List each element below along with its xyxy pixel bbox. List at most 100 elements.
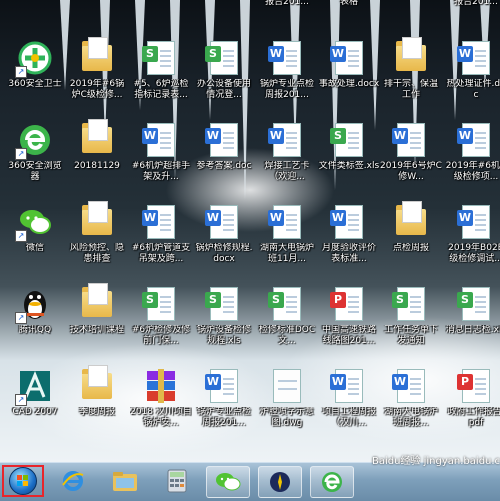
desktop-icon-image: W bbox=[205, 204, 242, 240]
spreadsheet-document-icon: S bbox=[330, 123, 363, 157]
desktop-icon-label: 工作任务单下发通知 bbox=[383, 325, 438, 346]
desktop-icon-image: W bbox=[268, 204, 305, 240]
desktop-icon[interactable]: S 锅炉设备检修规程.xls bbox=[193, 284, 255, 356]
desktop-icon-label: 项目工程周报（汉川... bbox=[321, 407, 376, 428]
desktop-icon-label: 政府工作报告.pdf bbox=[447, 407, 500, 428]
desktop-icon[interactable]: 技术培训课程 bbox=[66, 283, 128, 356]
desktop-icon[interactable]: S 文件类标签.xls bbox=[318, 120, 380, 192]
desktop-icon-image: W bbox=[457, 40, 494, 76]
desktop-icon-partial[interactable]: 锅炉专业检查报告201... bbox=[256, 0, 318, 20]
desktop-icon[interactable]: W 2019年#6机C级检修项... bbox=[445, 120, 500, 192]
folder-icon bbox=[82, 201, 112, 235]
desktop-icon-partial[interactable]: #6炉检查记录 bbox=[130, 0, 192, 20]
desktop-icon-label: 锅炉专业点检周报201... bbox=[259, 79, 314, 100]
desktop-icon-label: 热处理证件.doc bbox=[446, 79, 500, 100]
desktop-icon-image bbox=[79, 119, 115, 158]
desktop-icon-image: ↗ bbox=[15, 204, 53, 242]
desktop-icon[interactable]: 排干宗、保温工作 bbox=[380, 37, 442, 110]
desktop-icon-label: #6机炉超排手架及升... bbox=[131, 161, 191, 182]
desktop-icon-image: W bbox=[205, 368, 242, 404]
taskbar-ie[interactable] bbox=[52, 466, 94, 496]
desktop-icon-partial[interactable]: 月度总结 bbox=[380, 0, 442, 20]
desktop-icon[interactable]: W 参考答案.doc bbox=[193, 120, 255, 192]
taskbar-calculator[interactable] bbox=[156, 466, 198, 496]
desktop-icon[interactable]: W 湖南大电锅炉班周报... bbox=[380, 366, 442, 438]
desktop-icon[interactable]: 2019年#6锅炉C级检修... bbox=[66, 37, 128, 110]
desktop-icon[interactable]: 20181129 bbox=[66, 119, 128, 192]
desktop-icon[interactable]: 2018 汉川项目 锅炉安... bbox=[130, 366, 192, 438]
desktop-icon[interactable]: ↗ 腾讯QQ bbox=[4, 284, 66, 356]
desktop-icon-label: 月度验收评价表标准... bbox=[321, 243, 376, 264]
desktop-icon[interactable]: 炉膛喷字示意图.dwg bbox=[256, 366, 318, 438]
word-document-icon: W bbox=[330, 41, 363, 75]
desktop-icon-image: W bbox=[268, 122, 305, 158]
desktop-icon-label: #5、6炉巡检指标记录表... bbox=[133, 79, 189, 100]
desktop-icon[interactable]: 季度周报 bbox=[66, 365, 128, 438]
word-document-icon: W bbox=[392, 369, 425, 403]
start-button[interactable] bbox=[2, 465, 44, 497]
desktop-icon[interactable]: W 湖南大电锅炉班11月... bbox=[256, 202, 318, 274]
desktop-icon-label: 锅炉专业检查报告201... bbox=[454, 0, 498, 7]
desktop-icon[interactable]: S 工作任务单下发通知 bbox=[380, 284, 442, 356]
desktop-icon-label: 360安全浏览器 bbox=[8, 161, 62, 182]
desktop-icon-label: 2019年6号炉C修W... bbox=[380, 161, 442, 182]
desktop-icon-image: W bbox=[457, 122, 494, 158]
desktop-icon-label: 2019年#6锅炉C级检修... bbox=[69, 79, 125, 100]
word-document-icon: W bbox=[457, 123, 490, 157]
desktop-icon[interactable]: 风险预控、隐患排查 bbox=[66, 201, 128, 274]
desktop-icon[interactable]: W 锅炉专业点检周报201... bbox=[256, 38, 318, 110]
desktop-icon-label: 消息日志检.xls bbox=[445, 325, 500, 335]
desktop-icon[interactable]: P 中国高速铁路线路图201... bbox=[318, 284, 380, 356]
spreadsheet-document-icon: S bbox=[392, 287, 425, 321]
desktop-icon[interactable]: W #6机炉管道支吊架及跨... bbox=[130, 202, 192, 274]
desktop-icon-label: 锅炉专业检查报告201... bbox=[265, 0, 309, 7]
watermark: Baidu经验 jingyan.baidu.com bbox=[372, 456, 500, 467]
desktop-icon[interactable]: S #6炉检修及修前门保... bbox=[130, 284, 192, 356]
desktop-icon-label: 20181129 bbox=[74, 161, 120, 171]
desktop-icon[interactable]: ↗ 360安全浏览器 bbox=[4, 120, 66, 192]
desktop-icon-image bbox=[143, 368, 179, 404]
desktop-icon-partial[interactable]: 设备管理中心表格 bbox=[318, 0, 380, 20]
spreadsheet-document-icon: S bbox=[142, 41, 175, 75]
desktop-icon-label: 点检周报 bbox=[392, 243, 429, 253]
desktop-icon-partial[interactable]: FSCapture bbox=[66, 0, 128, 20]
word-document-icon: W bbox=[205, 123, 238, 157]
desktop-icon-image: S bbox=[392, 286, 429, 322]
desktop-icon-image: S bbox=[142, 40, 179, 76]
shortcut-arrow-icon: ↗ bbox=[15, 394, 27, 406]
desktop-icon-label: 2019年#6机C级检修项... bbox=[445, 161, 500, 182]
desktop-icon[interactable]: W 2019年B02B级检修调试... bbox=[445, 202, 500, 274]
desktop-icon[interactable]: W #6机炉超排手架及升... bbox=[130, 120, 192, 192]
desktop-icon[interactable]: S 检修标准DOC文... bbox=[256, 284, 318, 356]
spreadsheet-document-icon: S bbox=[205, 41, 238, 75]
desktop-icon[interactable]: ↗ 360安全卫士 bbox=[4, 38, 66, 110]
desktop-icon[interactable]: S 消息日志检.xls bbox=[445, 284, 500, 356]
desktop-icon[interactable]: W 项目工程周报（汉川... bbox=[318, 366, 380, 438]
taskbar-wechat[interactable] bbox=[206, 466, 250, 498]
desktop-icon[interactable]: ↗ CAD 2007 bbox=[4, 366, 66, 438]
desktop-icon-partial[interactable]: 锅炉检查记录 bbox=[193, 0, 255, 20]
desktop-icon[interactable]: S 办公设备使用情况登... bbox=[193, 38, 255, 110]
desktop-icon[interactable]: W 焊接工艺卡（欢迎... bbox=[256, 120, 318, 192]
desktop-icon[interactable]: W 热处理证件.doc bbox=[445, 38, 500, 110]
desktop-icon-partial[interactable]: 锅炉专业检查报告201... bbox=[445, 0, 500, 20]
desktop-icon[interactable]: W 事故处理.docx bbox=[318, 38, 380, 110]
desktop-icon-partial[interactable]: 该设置 bbox=[4, 0, 66, 20]
desktop-icon[interactable]: W 锅炉检修规程.docx bbox=[193, 202, 255, 274]
desktop-icon-image: S bbox=[268, 286, 305, 322]
folder-icon bbox=[82, 37, 112, 71]
taskbar-dark-app[interactable] bbox=[258, 466, 302, 498]
desktop-icon[interactable]: W 锅炉专业点检周报201... bbox=[193, 366, 255, 438]
desktop-icon[interactable]: 点检周报 bbox=[380, 201, 442, 274]
word-document-icon: W bbox=[142, 205, 175, 239]
pdf-document-icon: P bbox=[330, 287, 363, 321]
taskbar-360browser[interactable] bbox=[310, 466, 354, 498]
desktop-icon[interactable]: S #5、6炉巡检指标记录表... bbox=[130, 38, 192, 110]
desktop-icon[interactable]: W 月度验收评价表标准... bbox=[318, 202, 380, 274]
desktop-icon[interactable]: P 政府工作报告.pdf bbox=[445, 366, 500, 438]
desktop-icon[interactable]: W 2019年6号炉C修W... bbox=[380, 120, 442, 192]
desktop-icon-image bbox=[79, 283, 115, 322]
desktop-icon[interactable]: ↗ 微信 bbox=[4, 202, 66, 274]
taskbar-explorer[interactable] bbox=[104, 466, 146, 496]
desktop-icon-label: 参考答案.doc bbox=[196, 161, 252, 171]
